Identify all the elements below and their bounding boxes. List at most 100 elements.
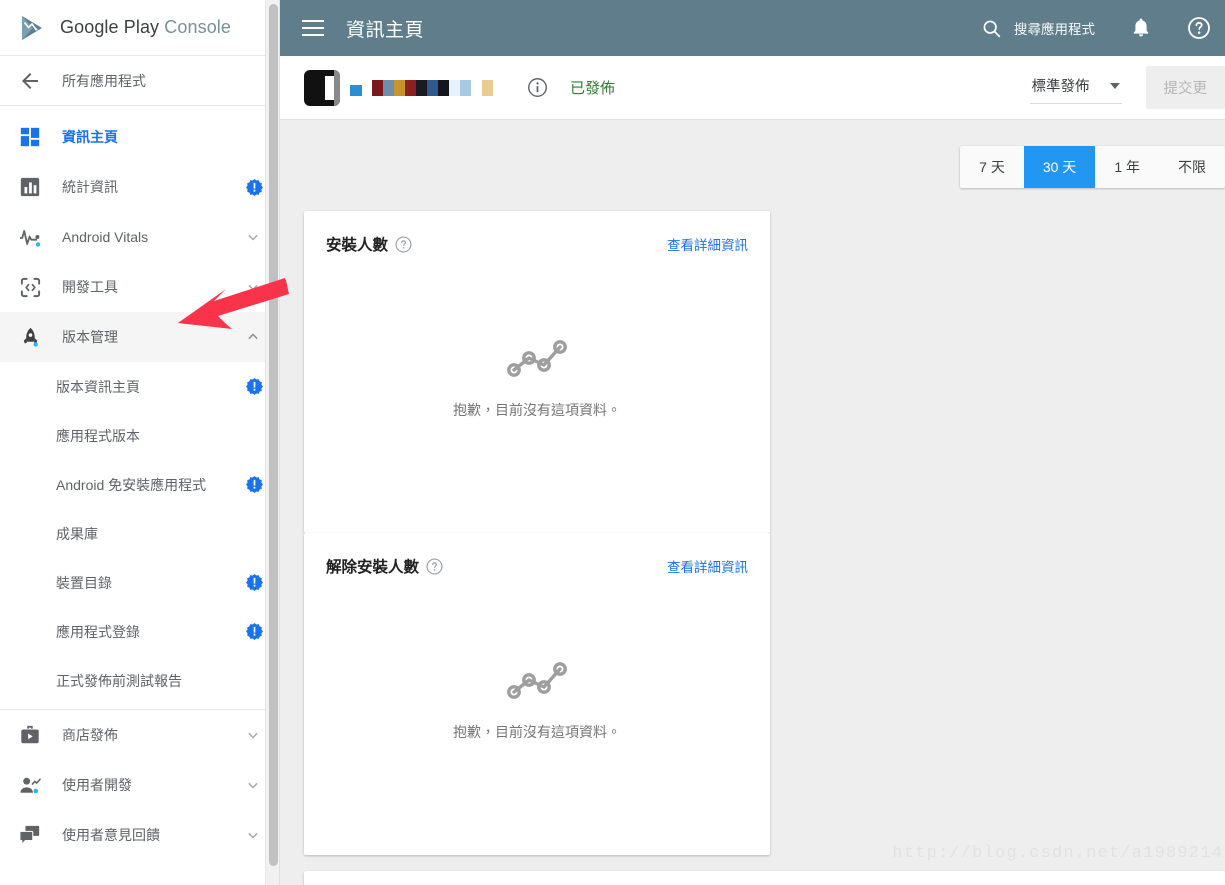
chevron-down-icon bbox=[243, 825, 263, 845]
sidebar-item-user-feedback[interactable]: 使用者意見回饋 bbox=[0, 810, 279, 860]
sidebar-subitem-release-dashboard-label: 版本資訊主頁 bbox=[56, 378, 140, 395]
sidebar-item-dashboard-label: 資訊主頁 bbox=[62, 129, 118, 145]
release-type-value: 標準發佈 bbox=[1031, 79, 1090, 95]
empty-state-message: 抱歉，目前沒有這項資料。 bbox=[453, 724, 621, 741]
sidebar-subitem-app-signing[interactable]: 應用程式登錄 bbox=[0, 607, 279, 656]
date-range-1y[interactable]: 1 年 bbox=[1095, 146, 1159, 188]
release-type-select[interactable]: 標準發佈 bbox=[1029, 71, 1122, 104]
sidebar-item-all-apps[interactable]: 所有應用程式 bbox=[0, 56, 279, 106]
status-badge: 已發佈 bbox=[570, 80, 616, 97]
card-installs: 安裝人數 查看詳細資訊 抱歉，目前沒有這項資料。 bbox=[304, 211, 770, 533]
sidebar-subitem-app-releases[interactable]: 應用程式版本 bbox=[0, 411, 279, 460]
sidebar-subitem-app-signing-label: 應用程式登錄 bbox=[56, 623, 140, 640]
sidebar-item-user-acquisition[interactable]: 使用者開發 bbox=[0, 760, 279, 810]
page-title: 資訊主頁 bbox=[346, 19, 425, 41]
help-circle-icon[interactable] bbox=[395, 235, 412, 253]
sidebar-item-release-management[interactable]: 版本管理 bbox=[0, 312, 279, 362]
sidebar-item-user-acquisition-label: 使用者開發 bbox=[62, 777, 132, 793]
caret-down-icon bbox=[1109, 82, 1120, 89]
sidebar-subitem-artifact-library[interactable]: 成果庫 bbox=[0, 509, 279, 558]
play-console-logo-icon bbox=[18, 13, 48, 43]
card-title: 解除安裝人數 bbox=[326, 559, 420, 576]
chat-bubbles-icon bbox=[18, 823, 42, 847]
app-name-redacted bbox=[350, 79, 493, 96]
date-range-bar: 7 天 30 天 1 年 不限 bbox=[280, 120, 1225, 188]
sidebar-subitem-device-catalog-label: 裝置目錄 bbox=[56, 574, 112, 591]
sidebar-item-dev-tools[interactable]: 開發工具 bbox=[0, 262, 279, 312]
line-chart-icon bbox=[506, 658, 568, 702]
user-growth-icon bbox=[18, 773, 42, 797]
chevron-down-icon bbox=[243, 227, 263, 247]
empty-state-message: 抱歉，目前沒有這項資料。 bbox=[453, 402, 621, 419]
chevron-down-icon bbox=[243, 775, 263, 795]
hamburger-menu-icon[interactable] bbox=[302, 20, 324, 36]
info-circle-icon[interactable] bbox=[527, 77, 548, 98]
main-area: 資訊主頁 搜尋應用程式 已發佈 標準發佈 提交更 7 天 30 天 1 年 不限… bbox=[280, 0, 1225, 885]
card-installs-wide: 安裝人數 查看詳細資訊 bbox=[304, 871, 1225, 885]
date-range-7d[interactable]: 7 天 bbox=[960, 146, 1024, 188]
sidebar-item-statistics-label: 統計資訊 bbox=[62, 179, 118, 195]
code-brackets-icon bbox=[18, 275, 42, 299]
app-context-actions: 標準發佈 提交更 bbox=[1029, 66, 1225, 109]
sidebar-subitem-pre-launch-report-label: 正式發佈前測試報告 bbox=[56, 672, 182, 689]
sidebar-item-statistics[interactable]: 統計資訊 bbox=[0, 162, 279, 212]
store-briefcase-icon bbox=[18, 723, 42, 747]
rocket-icon bbox=[18, 325, 42, 349]
dashboard-content: 7 天 30 天 1 年 不限 安裝人數 查看詳細資訊 抱歉，目前沒有這項資料。… bbox=[280, 120, 1225, 885]
vitals-pulse-icon bbox=[18, 225, 42, 249]
sidebar-item-dev-tools-label: 開發工具 bbox=[62, 279, 118, 295]
help-circle-icon[interactable] bbox=[426, 557, 443, 575]
help-circle-icon[interactable] bbox=[1187, 16, 1211, 40]
search-placeholder: 搜尋應用程式 bbox=[1014, 22, 1095, 37]
sidebar-item-all-apps-label: 所有應用程式 bbox=[62, 72, 146, 89]
sidebar-item-store-presence-label: 商店發佈 bbox=[62, 727, 118, 743]
card-header: 安裝人數 查看詳細資訊 bbox=[304, 871, 1225, 885]
card-header: 解除安裝人數 查看詳細資訊 bbox=[304, 533, 770, 577]
sidebar-subitem-android-instant-apps-label: Android 免安裝應用程式 bbox=[56, 476, 207, 493]
card-uninstalls: 解除安裝人數 查看詳細資訊 抱歉，目前沒有這項資料。 bbox=[304, 533, 770, 855]
card-details-link[interactable]: 查看詳細資訊 bbox=[667, 234, 748, 254]
sidebar-subitem-pre-launch-report[interactable]: 正式發佈前測試報告 bbox=[0, 656, 279, 705]
alert-badge-icon bbox=[246, 623, 263, 640]
sidebar-item-android-vitals-label: Android Vitals bbox=[62, 229, 149, 245]
chevron-down-icon bbox=[243, 277, 263, 297]
sidebar-item-dashboard[interactable]: 資訊主頁 bbox=[0, 112, 279, 162]
sidebar-scrollbar-thumb[interactable] bbox=[269, 4, 278, 866]
search-input[interactable]: 搜尋應用程式 bbox=[981, 18, 1095, 39]
top-app-bar: 資訊主頁 搜尋應用程式 bbox=[280, 0, 1225, 56]
sidebar-item-android-vitals[interactable]: Android Vitals bbox=[0, 212, 279, 262]
empty-state: 抱歉，目前沒有這項資料。 bbox=[304, 336, 770, 420]
empty-state: 抱歉，目前沒有這項資料。 bbox=[304, 658, 770, 742]
brand-header[interactable]: Google Play Console bbox=[0, 0, 279, 56]
brand-title: Google Play Console bbox=[60, 17, 231, 38]
arrow-back-icon bbox=[18, 69, 42, 93]
sidebar-subitem-app-releases-label: 應用程式版本 bbox=[56, 427, 140, 444]
dashboard-cards: 安裝人數 查看詳細資訊 抱歉，目前沒有這項資料。 解除安裝人數 查看詳細資訊 抱… bbox=[280, 188, 1225, 885]
alert-badge-icon bbox=[246, 476, 263, 493]
card-details-link[interactable]: 查看詳細資訊 bbox=[667, 556, 748, 576]
sidebar: Google Play Console 所有應用程式 資訊主頁 統計資訊 And… bbox=[0, 0, 280, 885]
date-range-selector: 7 天 30 天 1 年 不限 bbox=[960, 146, 1225, 188]
sidebar-subitem-android-instant-apps[interactable]: Android 免安裝應用程式 bbox=[0, 460, 279, 509]
sidebar-subitem-artifact-library-label: 成果庫 bbox=[56, 525, 98, 542]
app-root: Google Play Console 所有應用程式 資訊主頁 統計資訊 And… bbox=[0, 0, 1225, 885]
chevron-up-icon bbox=[243, 327, 263, 347]
sidebar-item-release-management-label: 版本管理 bbox=[62, 329, 118, 345]
sidebar-subitem-release-dashboard[interactable]: 版本資訊主頁 bbox=[0, 362, 279, 411]
date-range-30d[interactable]: 30 天 bbox=[1023, 146, 1096, 188]
search-icon bbox=[981, 18, 1002, 39]
alert-badge-icon bbox=[246, 574, 263, 591]
submit-update-button[interactable]: 提交更 bbox=[1145, 66, 1225, 109]
brand-title-bold: Google Play bbox=[60, 17, 160, 37]
app-icon bbox=[304, 69, 340, 106]
card-header: 安裝人數 查看詳細資訊 bbox=[304, 211, 770, 255]
date-range-all[interactable]: 不限 bbox=[1159, 146, 1225, 188]
sidebar-subitem-device-catalog[interactable]: 裝置目錄 bbox=[0, 558, 279, 607]
sidebar-item-store-presence[interactable]: 商店發佈 bbox=[0, 710, 279, 760]
sidebar-item-user-feedback-label: 使用者意見回饋 bbox=[62, 827, 160, 843]
alert-badge-icon bbox=[246, 378, 263, 395]
bell-icon[interactable] bbox=[1129, 16, 1153, 40]
dashboard-icon bbox=[18, 125, 42, 149]
alert-badge-icon bbox=[246, 178, 263, 196]
sidebar-scrollbar[interactable] bbox=[265, 0, 279, 885]
